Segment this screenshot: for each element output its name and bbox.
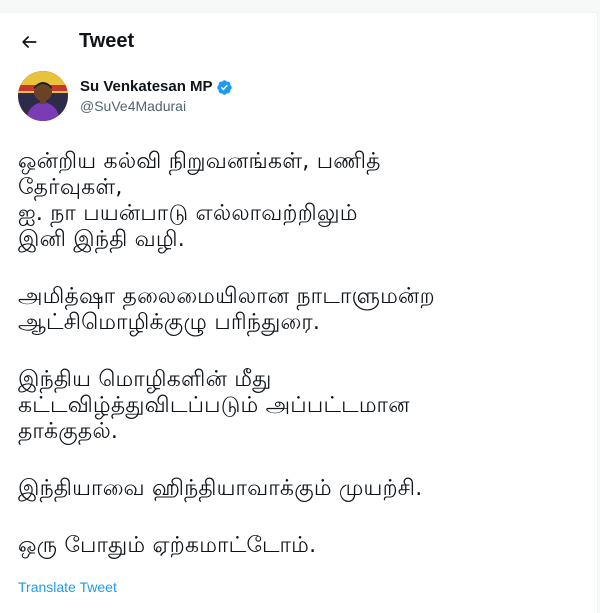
tweet-paragraph: அமித்ஷா தலைமையிலான நாடாளுமன்ற ஆட்சிமொழிக… <box>18 284 583 336</box>
name-row: Su Venkatesan MP <box>80 77 233 97</box>
arrow-left-icon <box>22 36 37 48</box>
avatar[interactable] <box>18 71 68 121</box>
user-handle[interactable]: @SuVe4Madurai <box>80 97 186 115</box>
tweet-line: தாக்குதல். <box>18 419 119 444</box>
tweet-line: ஒன்றிய கல்வி நிறுவனங்கள், பணித் <box>18 149 381 174</box>
tweet-line: ஐ. நா பயன்பாடு எல்லாவற்றிலும் <box>18 201 358 226</box>
page-title: Tweet <box>79 30 135 52</box>
tweet-line: தேர்வுகள், <box>18 175 123 200</box>
tweet-author: Su Venkatesan MP @SuVe4Madurai <box>18 71 578 127</box>
back-button[interactable] <box>12 25 46 59</box>
tweet-line: ஒரு போதும் ஏற்கமாட்டோம். <box>18 533 317 558</box>
tweet-line: இந்திய மொழிகளின் மீது <box>18 367 272 392</box>
tweet-paragraph: இந்தியாவை ஹிந்தியாவாக்கும் முயற்சி. <box>18 476 583 502</box>
tweet-line: இந்தியாவை ஹிந்தியாவாக்கும் முயற்சி. <box>18 476 423 501</box>
tweet-paragraph: ஒன்றிய கல்வி நிறுவனங்கள், பணித் தேர்வுகள… <box>18 149 583 253</box>
translate-tweet-link[interactable]: Translate Tweet <box>18 578 117 596</box>
tweet-paragraph: இந்திய மொழிகளின் மீது கட்டவிழ்த்துவிடப்ப… <box>18 367 583 445</box>
tweet-line: கட்டவிழ்த்துவிடப்படும் அப்பட்டமான <box>18 393 410 418</box>
tweet-line: ஆட்சிமொழிக்குழு பரிந்துரை. <box>18 310 321 335</box>
tweet-paragraph: ஒரு போதும் ஏற்கமாட்டோம். <box>18 533 583 559</box>
top-bar: Tweet <box>0 13 597 65</box>
verified-badge-icon <box>216 79 233 96</box>
tweet-line: இனி இந்தி வழி. <box>18 227 185 252</box>
tweet-line: அமித்ஷா தலைமையிலான நாடாளுமன்ற <box>18 284 435 309</box>
display-name[interactable]: Su Venkatesan MP <box>80 77 213 97</box>
tweet-text: ஒன்றிய கல்வி நிறுவனங்கள், பணித் தேர்வுகள… <box>18 149 583 590</box>
tweet-card: Tweet Su Venkatesan MP @SuVe4Madurai ஒன்… <box>0 12 598 613</box>
avatar-image <box>18 71 68 121</box>
